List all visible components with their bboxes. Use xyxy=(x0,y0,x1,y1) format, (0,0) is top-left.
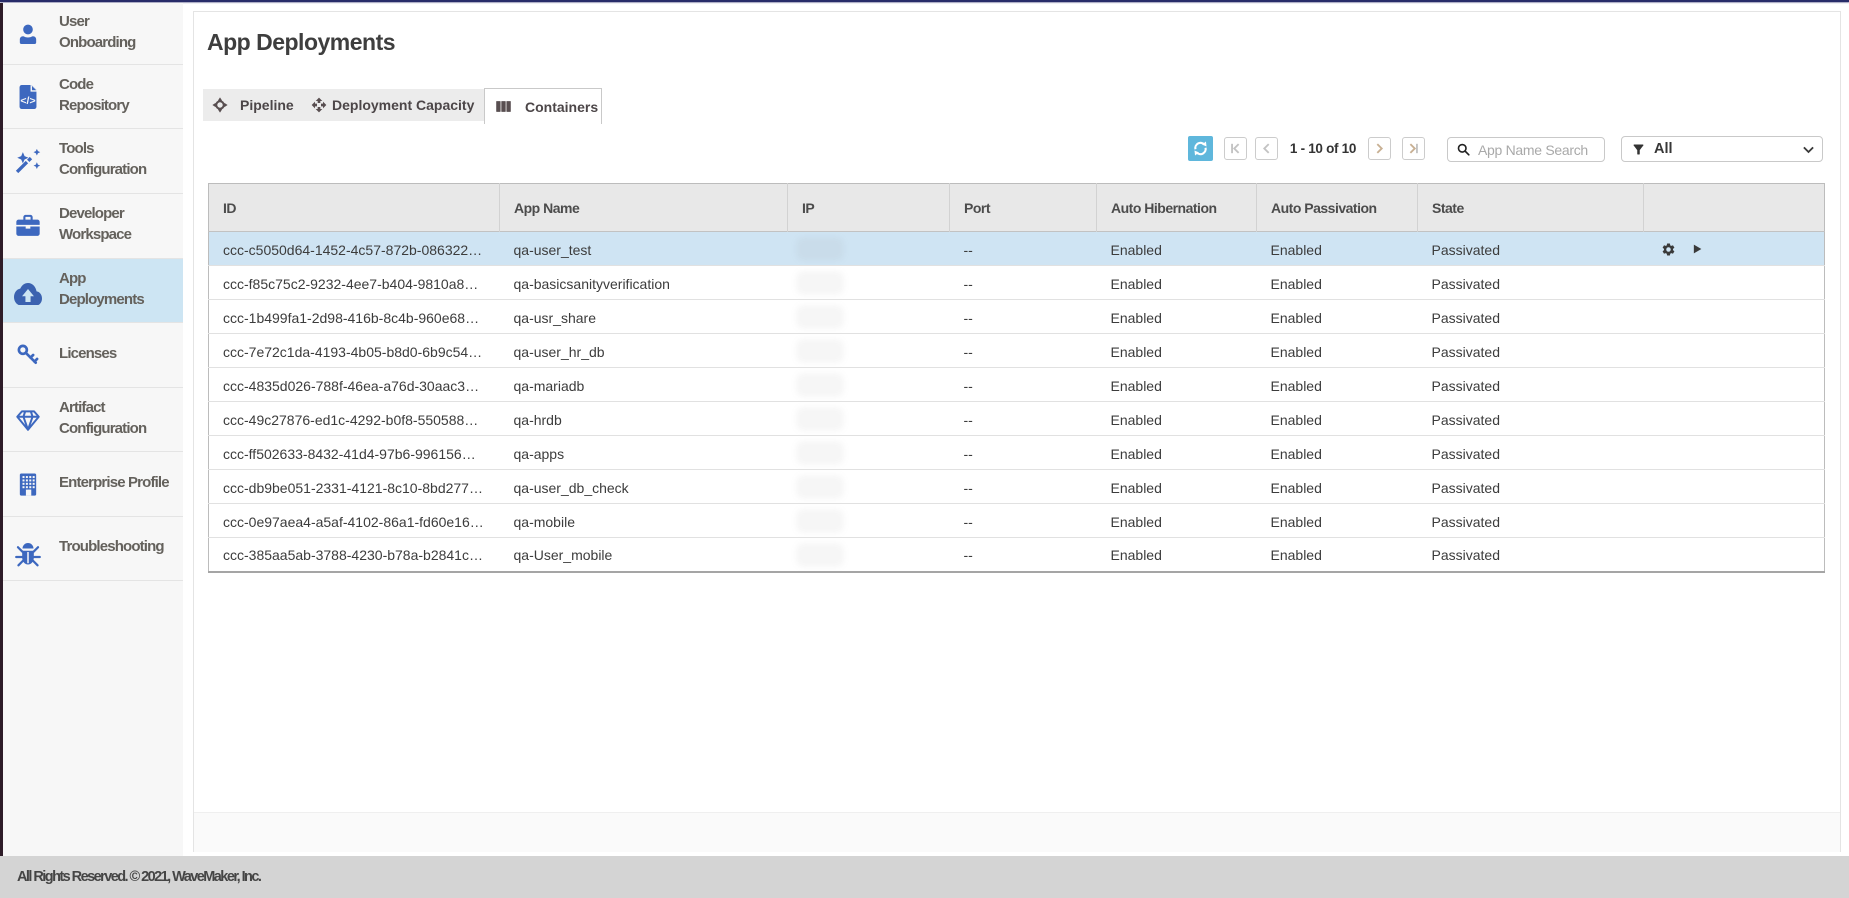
svg-text:</>: </> xyxy=(20,94,35,106)
